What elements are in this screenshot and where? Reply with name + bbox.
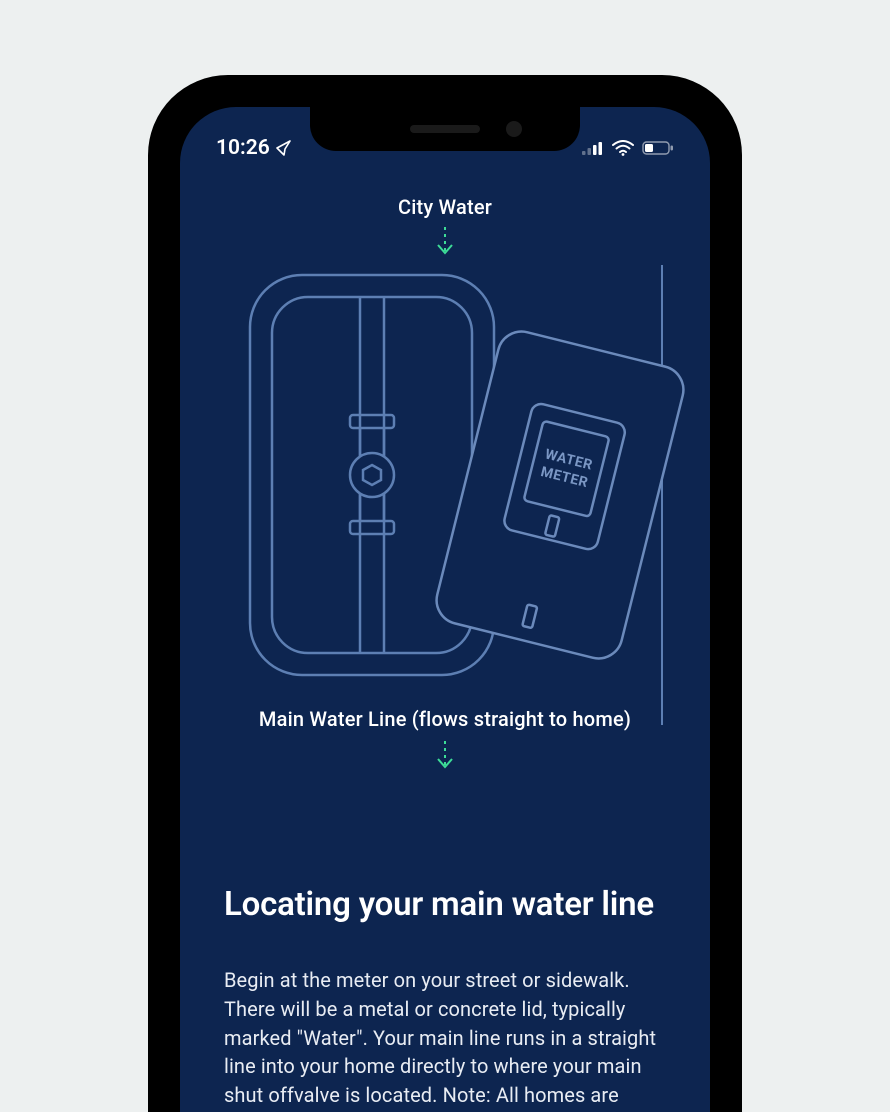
phone-screen: 10:26 bbox=[180, 107, 710, 1112]
location-icon bbox=[276, 140, 292, 156]
status-time: 10:26 bbox=[216, 136, 270, 160]
arrow-down-icon bbox=[433, 739, 457, 771]
cellular-icon bbox=[582, 141, 604, 155]
battery-icon bbox=[642, 141, 674, 155]
status-left: 10:26 bbox=[216, 136, 292, 160]
screen-content[interactable]: City Water bbox=[180, 167, 710, 1112]
wifi-icon bbox=[612, 140, 634, 156]
phone-bezel: 10:26 bbox=[162, 89, 728, 1112]
speaker-grille bbox=[410, 125, 480, 133]
phone-frame: 10:26 bbox=[148, 75, 742, 1112]
article-heading: Locating your main water line bbox=[224, 885, 666, 924]
stage: 10:26 bbox=[0, 0, 890, 1112]
water-meter-diagram: WATER METER bbox=[230, 265, 688, 725]
front-camera bbox=[506, 121, 522, 137]
city-water-label: City Water bbox=[180, 195, 710, 219]
article-body: Begin at the meter on your street or sid… bbox=[224, 966, 666, 1112]
article: Locating your main water line Begin at t… bbox=[224, 885, 666, 1112]
main-line-label: Main Water Line (flows straight to home) bbox=[180, 707, 710, 731]
arrow-down-icon bbox=[433, 225, 457, 257]
status-right bbox=[582, 140, 674, 156]
phone-notch bbox=[310, 107, 580, 151]
